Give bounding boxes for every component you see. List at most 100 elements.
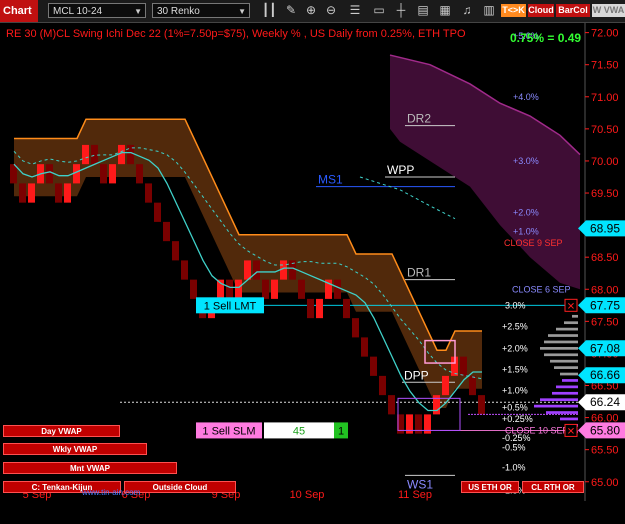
daily-pct-label: +0.25% bbox=[502, 414, 533, 424]
bar-type-selector[interactable]: 30 Renko ▼ bbox=[152, 3, 250, 18]
bar-style-icon[interactable]: ┃┃ bbox=[262, 3, 276, 18]
renko-bar bbox=[352, 318, 359, 338]
chart-tab[interactable]: Chart bbox=[0, 0, 38, 22]
toolbar: Chart MCL 10-24 ▼ 30 Renko ▼ ┃┃ ✎ ⊕ ⊖ ☰ ▭ … bbox=[0, 0, 625, 23]
us-eth-or-button[interactable]: US ETH OR bbox=[461, 481, 519, 493]
renko-bar bbox=[361, 337, 368, 357]
price-tick-label: 65.00 bbox=[591, 477, 619, 489]
renko-bar bbox=[442, 375, 449, 396]
order-count: 1 bbox=[338, 425, 344, 437]
renko-bar bbox=[190, 279, 197, 299]
renko-bar bbox=[46, 164, 53, 184]
renko-bar bbox=[244, 260, 251, 280]
renko-bar bbox=[145, 183, 152, 203]
renko-bar bbox=[334, 279, 341, 299]
renko-bar bbox=[370, 356, 377, 376]
cloud-button[interactable]: Cloud bbox=[528, 4, 554, 17]
price-tick-label: 70.00 bbox=[591, 156, 619, 168]
zoom-out-icon[interactable]: ⊖ bbox=[324, 3, 338, 18]
weekly-pct-label: +2.0% bbox=[513, 207, 539, 217]
pivot-label: DR2 bbox=[407, 112, 431, 126]
tpo-profile-bar bbox=[540, 347, 578, 350]
renko-bar bbox=[82, 144, 89, 165]
price-tick-label: 68.50 bbox=[591, 252, 619, 264]
chart-title: RE 30 (M)CL Swing Ichi Dec 22 (1%=7.50p=… bbox=[6, 28, 466, 40]
crosshair-icon[interactable]: ┼ bbox=[394, 3, 408, 18]
instrument-selector[interactable]: MCL 10-24 ▼ bbox=[48, 3, 146, 18]
tpo-profile-bar bbox=[540, 398, 578, 402]
pct-readout: 0.75% = 0.49 bbox=[510, 31, 581, 45]
renko-bar bbox=[235, 279, 242, 299]
renko-bar bbox=[154, 202, 161, 222]
teal-projection-line bbox=[359, 176, 456, 220]
renko-bar bbox=[316, 298, 323, 319]
data-box-icon[interactable]: ▦ bbox=[438, 3, 452, 18]
renko-bar bbox=[388, 395, 395, 415]
tpo-profile-bar bbox=[548, 334, 578, 337]
pivot-label: MS1 bbox=[318, 173, 343, 187]
alert-icon[interactable]: ♫ bbox=[460, 3, 474, 18]
price-tick-label: 71.00 bbox=[591, 92, 619, 104]
daily-pct-label: +0.5% bbox=[502, 402, 528, 412]
tpo-profile-bar bbox=[534, 404, 578, 408]
strategy-icon[interactable]: ▥ bbox=[482, 3, 496, 18]
weekly-vwap-button[interactable]: Wkly VWAP bbox=[3, 443, 147, 455]
day-vwap-button[interactable]: Day VWAP bbox=[3, 425, 120, 437]
daily-pct-label: -0.25% bbox=[502, 433, 531, 443]
daily-pct-label: +1.5% bbox=[502, 364, 528, 374]
watermark: www.tin-ain.com bbox=[82, 488, 141, 497]
bar-type-label: 30 Renko bbox=[157, 6, 200, 17]
renko-bar bbox=[262, 279, 269, 299]
close-label: CLOSE 9 SEP bbox=[504, 238, 563, 248]
price-tick-label: 70.50 bbox=[591, 124, 619, 136]
sell-slm-label: 1 Sell SLM bbox=[202, 425, 255, 437]
pencil-icon[interactable]: ✎ bbox=[284, 3, 298, 18]
renko-bar bbox=[307, 298, 314, 319]
time-label: 10 Sep bbox=[290, 489, 325, 501]
renko-bar bbox=[478, 395, 485, 415]
daily-pct-label: +2.0% bbox=[502, 343, 528, 353]
daily-pct-label: 3.0% bbox=[505, 300, 526, 310]
tck-button[interactable]: T<>K bbox=[501, 4, 526, 17]
renko-bar bbox=[28, 183, 35, 203]
renko-bar bbox=[172, 241, 179, 261]
monthly-vwap-button[interactable]: Mnt VWAP bbox=[3, 462, 177, 474]
chevron-down-icon: ▼ bbox=[238, 7, 246, 16]
outside-cloud-button[interactable]: Outside Cloud bbox=[124, 481, 236, 493]
price-tag-value: 66.66 bbox=[590, 368, 620, 382]
price-tag-value: 67.08 bbox=[590, 341, 620, 355]
close-icon: ✕ bbox=[567, 301, 575, 312]
price-tag-value: 68.95 bbox=[590, 221, 620, 235]
daily-pct-label: -0.5% bbox=[502, 443, 526, 453]
properties-icon[interactable]: ▤ bbox=[416, 3, 430, 18]
kumo-cloud bbox=[390, 55, 580, 290]
daily-pct-label: +1.0% bbox=[502, 386, 528, 396]
tpo-profile-bar bbox=[562, 379, 578, 382]
renko-bar bbox=[343, 298, 350, 319]
price-tick-label: 72.00 bbox=[591, 28, 619, 40]
price-tag-value: 67.75 bbox=[590, 298, 620, 312]
daily-pct-label: -1.0% bbox=[502, 463, 526, 473]
price-tag-value: 66.24 bbox=[590, 395, 620, 409]
order-qty: 45 bbox=[293, 425, 305, 437]
tpo-profile-bar bbox=[556, 385, 578, 389]
renko-bar bbox=[226, 279, 233, 299]
window-icon[interactable]: ▭ bbox=[372, 3, 386, 18]
price-tick-label: 67.50 bbox=[591, 316, 619, 328]
renko-bar bbox=[460, 356, 467, 376]
renko-bar bbox=[253, 260, 260, 280]
weekly-pct-label: +4.0% bbox=[513, 92, 539, 102]
barcol-button[interactable]: BarCol bbox=[556, 4, 590, 17]
tpo-profile-bar bbox=[546, 411, 578, 414]
weekly-pct-label: +3.0% bbox=[513, 156, 539, 166]
zoom-in-icon[interactable]: ⊕ bbox=[304, 3, 318, 18]
tpo-profile-bar bbox=[556, 327, 578, 331]
price-tick-label: 68.00 bbox=[591, 284, 619, 296]
list-icon[interactable]: ☰ bbox=[348, 3, 362, 18]
price-tick-label: 71.50 bbox=[591, 60, 619, 72]
renko-bar bbox=[136, 164, 143, 184]
cl-rth-or-button[interactable]: CL RTH OR bbox=[522, 481, 584, 493]
renko-bar bbox=[298, 279, 305, 299]
close-label: CLOSE 6 SEP bbox=[512, 284, 571, 294]
wvwap-button[interactable]: W VWA bbox=[592, 4, 625, 17]
